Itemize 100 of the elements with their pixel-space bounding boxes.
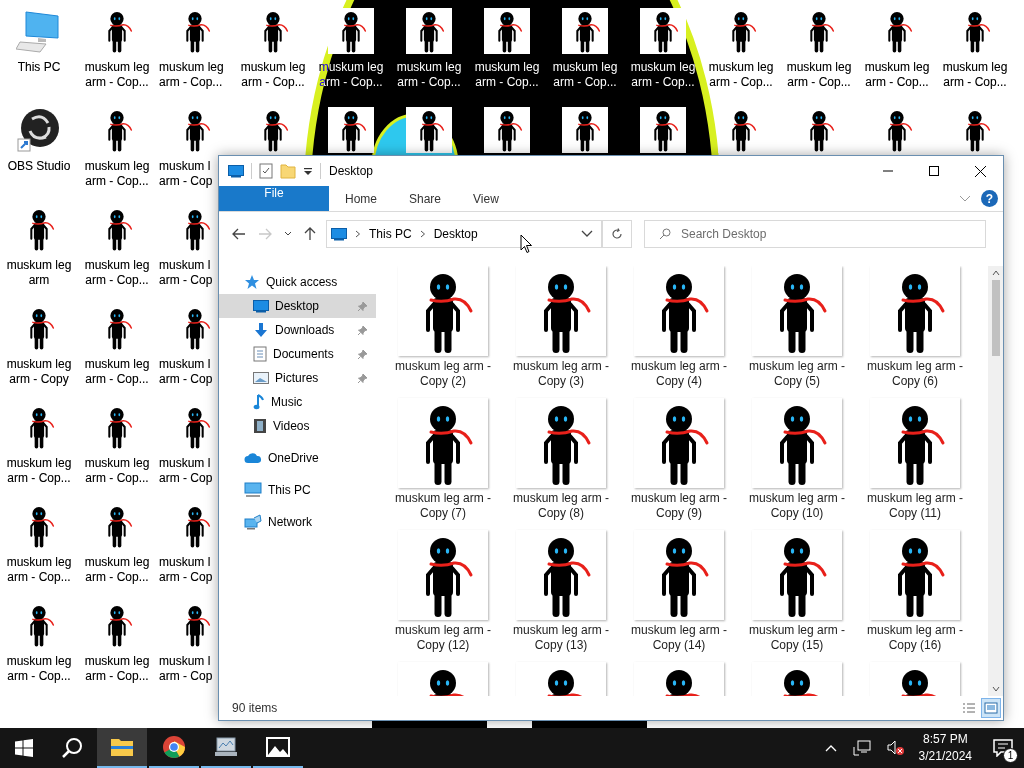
clock-time[interactable]: 8:57 PM: [922, 731, 968, 748]
desktop-icon-label[interactable]: muskum leg arm - Cop...: [630, 60, 696, 90]
desktop-icon-label[interactable]: This PC: [17, 60, 61, 75]
desktop-icon-label[interactable]: muskum leg arm - Cop...: [84, 258, 150, 288]
image-thumbnail[interactable]: [752, 530, 842, 620]
file-name[interactable]: muskum leg arm - Copy (12): [388, 623, 498, 653]
file-name[interactable]: muskum leg arm - Copy (16): [860, 623, 970, 653]
desktop-icon-label[interactable]: muskum leg arm - Cop...: [84, 60, 150, 90]
image-thumbnail[interactable]: [484, 8, 530, 54]
breadcrumb[interactable]: This PC: [369, 227, 412, 241]
explorer-app-button[interactable]: [97, 728, 147, 768]
nav-item[interactable]: OneDrive: [219, 446, 376, 470]
desktop-icon-label[interactable]: muskum leg arm - Cop...: [84, 159, 150, 189]
nav-item[interactable]: This PC: [219, 478, 376, 502]
desktop-icon-label[interactable]: muskum l arm - Cop: [156, 555, 213, 585]
image-thumbnail[interactable]: [752, 398, 842, 488]
breadcrumb[interactable]: Desktop: [433, 227, 478, 241]
desktop-icon-label[interactable]: muskum leg arm - Cop...: [84, 654, 150, 684]
desktop-icon[interactable]: [228, 164, 244, 178]
nav-item[interactable]: Quick access: [219, 270, 376, 294]
image-thumbnail[interactable]: [870, 266, 960, 356]
file-tab[interactable]: File: [219, 186, 329, 211]
image-thumbnail[interactable]: [634, 530, 724, 620]
image-thumbnail[interactable]: [516, 398, 606, 488]
file-name[interactable]: muskum leg arm - Copy (13): [506, 623, 616, 653]
desktop-icon-label[interactable]: muskum leg arm - Cop...: [84, 357, 150, 387]
clock-date[interactable]: 3/21/2024: [918, 748, 972, 765]
dropdown-caret-icon[interactable]: [303, 166, 313, 176]
ribbon-tab[interactable]: View: [457, 186, 515, 211]
file-name[interactable]: muskum leg arm - Copy (8): [506, 491, 616, 521]
file-name[interactable]: muskum leg arm - Copy (2): [388, 359, 498, 389]
network-icon[interactable]: [852, 740, 871, 756]
image-thumbnail[interactable]: [752, 266, 842, 356]
desktop-icon-label[interactable]: muskum leg arm - Cop...: [474, 60, 540, 90]
desktop-icon-label[interactable]: muskum leg arm - Cop...: [6, 654, 72, 684]
desktop-icon-label[interactable]: muskum l arm - Cop: [156, 357, 213, 387]
desktop-icon-label[interactable]: muskum leg arm - Copy: [6, 357, 72, 387]
image-thumbnail[interactable]: [398, 398, 488, 488]
image-thumbnail[interactable]: [562, 8, 608, 54]
desktop-icon-label[interactable]: muskum leg arm - Cop...: [6, 555, 72, 585]
image-thumbnail[interactable]: [328, 107, 374, 153]
ribbon-tab[interactable]: Home: [329, 186, 393, 211]
properties-icon[interactable]: [259, 163, 273, 179]
caret-up-icon[interactable]: [824, 744, 837, 752]
desktop-icon-label[interactable]: OBS Studio: [7, 159, 71, 174]
image-thumbnail[interactable]: [328, 8, 374, 54]
help-button[interactable]: ?: [981, 190, 998, 207]
file-name[interactable]: muskum leg arm - Copy (11): [860, 491, 970, 521]
image-thumbnail[interactable]: [634, 398, 724, 488]
image-thumbnail[interactable]: [406, 8, 452, 54]
image-thumbnail[interactable]: [870, 530, 960, 620]
nav-item[interactable]: Network: [219, 510, 376, 534]
image-thumbnail[interactable]: [516, 266, 606, 356]
desktop-icon-label[interactable]: muskum l arm - Cop: [156, 456, 213, 486]
nav-item[interactable]: Downloads: [219, 318, 376, 342]
nav-item[interactable]: Documents: [219, 342, 376, 366]
file-name[interactable]: muskum leg arm - Copy (3): [506, 359, 616, 389]
nav-item[interactable]: Pictures: [219, 366, 376, 390]
desktop-icon-label[interactable]: muskum l arm - Cop: [156, 654, 213, 684]
desktop-icon-label[interactable]: muskum leg arm: [6, 258, 72, 288]
file-name[interactable]: muskum leg arm - Copy (6): [860, 359, 970, 389]
desktop-icon-label[interactable]: muskum leg arm - Cop...: [942, 60, 1008, 90]
file-name[interactable]: muskum leg arm - Copy (4): [624, 359, 734, 389]
computer-icon[interactable]: [16, 8, 62, 54]
desktop-icon-label[interactable]: muskum l arm - Cop: [156, 159, 213, 189]
image-thumbnail[interactable]: [640, 8, 686, 54]
back-arrow-icon[interactable]: [232, 228, 246, 240]
file-name[interactable]: muskum leg arm - Copy (15): [742, 623, 852, 653]
file-name[interactable]: muskum leg arm - Copy (7): [388, 491, 498, 521]
nav-item[interactable]: Videos: [219, 414, 376, 438]
image-thumbnail[interactable]: [398, 530, 488, 620]
desktop-icon-label[interactable]: muskum leg arm - Cop...: [84, 456, 150, 486]
image-thumbnail[interactable]: [562, 107, 608, 153]
search-field[interactable]: Search Desktop: [681, 222, 985, 246]
file-name[interactable]: muskum leg arm - Copy (5): [742, 359, 852, 389]
image-thumbnail[interactable]: [516, 530, 606, 620]
desktop-icon-label[interactable]: muskum leg arm - Cop...: [786, 60, 852, 90]
image-thumbnail[interactable]: [406, 107, 452, 153]
recent-caret-icon[interactable]: [284, 231, 292, 237]
dropdown-chevron-icon[interactable]: [581, 230, 593, 238]
image-thumbnail[interactable]: [484, 107, 530, 153]
desktop-icon-label[interactable]: muskum leg arm - Cop...: [240, 60, 306, 90]
image-thumbnail[interactable]: [870, 398, 960, 488]
obs-circle-icon[interactable]: [16, 107, 62, 153]
nav-item[interactable]: Music: [219, 390, 376, 414]
desktop-icon-label[interactable]: muskum leg arm - Cop...: [552, 60, 618, 90]
image-thumbnail[interactable]: [398, 266, 488, 356]
desktop-icon-label[interactable]: muskum leg arm - Cop...: [708, 60, 774, 90]
image-thumbnail[interactable]: [634, 266, 724, 356]
muted-speaker-icon[interactable]: [886, 740, 905, 756]
search-box[interactable]: Search Desktop: [644, 220, 986, 248]
pin-icon[interactable]: [357, 324, 368, 336]
desktop-icon-label[interactable]: muskum leg arm - Cop...: [396, 60, 462, 90]
up-arrow-icon[interactable]: [304, 227, 316, 241]
address-bar[interactable]: This PC Desktop: [326, 220, 602, 248]
file-name[interactable]: muskum leg arm - Copy (14): [624, 623, 734, 653]
expand-ribbon-icon[interactable]: [959, 194, 971, 203]
nav-item[interactable]: Desktop: [219, 294, 376, 318]
file-name[interactable]: muskum leg arm - Copy (10): [742, 491, 852, 521]
scrollbar[interactable]: [988, 266, 1003, 696]
